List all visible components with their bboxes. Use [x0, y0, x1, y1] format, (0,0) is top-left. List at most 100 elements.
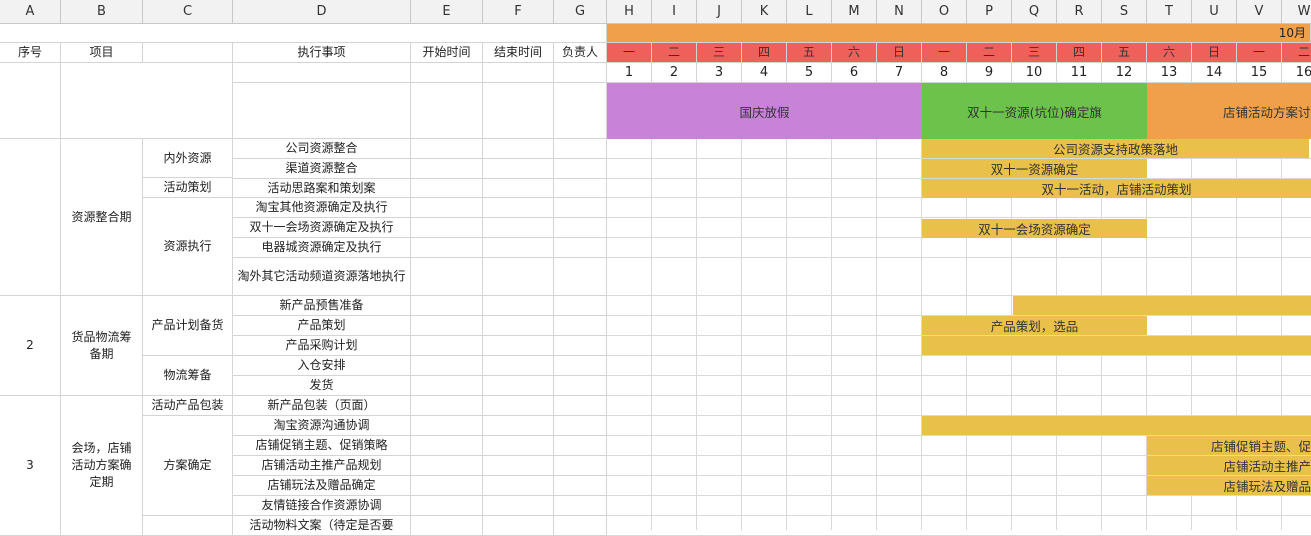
start-date-cell[interactable] [411, 376, 483, 396]
start-date-cell[interactable] [411, 396, 483, 416]
task-name[interactable]: 发货 [233, 376, 411, 396]
owner-cell[interactable] [554, 476, 607, 496]
column-header-r[interactable]: R [1057, 0, 1102, 24]
subgroup[interactable]: 产品计划备货 [143, 296, 233, 356]
start-date-cell[interactable] [411, 258, 483, 296]
start-date-cell[interactable] [411, 436, 483, 456]
end-date-cell[interactable] [483, 336, 554, 356]
task-name[interactable]: 新产品包装（页面） [233, 396, 411, 416]
subgroup-header[interactable] [143, 43, 233, 63]
gantt-bar[interactable]: 店铺玩法及赠品 [1147, 476, 1311, 495]
gantt-bar[interactable]: 店铺促销主题、促 [1147, 436, 1311, 455]
gantt-bar[interactable]: 产品策划，选品 [922, 316, 1147, 335]
day-number-cell[interactable]: 1 [607, 63, 652, 83]
weekday-cell[interactable]: 六 [832, 43, 877, 63]
owner-cell[interactable] [554, 159, 607, 179]
column-header-v[interactable]: V [1237, 0, 1282, 24]
column-header-f[interactable]: F [483, 0, 554, 24]
owner-cell[interactable] [554, 336, 607, 356]
weekday-cell[interactable]: 六 [1147, 43, 1192, 63]
subgroup[interactable] [143, 516, 233, 536]
task-name[interactable]: 淘宝资源沟通协调 [233, 416, 411, 436]
column-header-n[interactable]: N [877, 0, 922, 24]
start-date-cell[interactable] [411, 356, 483, 376]
owner-cell[interactable] [554, 496, 607, 516]
start-date-cell[interactable] [411, 238, 483, 258]
owner-cell[interactable] [554, 316, 607, 336]
column-header-m[interactable]: M [832, 0, 877, 24]
weekday-cell[interactable]: 三 [1012, 43, 1057, 63]
weekday-cell[interactable]: 四 [742, 43, 787, 63]
day-number-cell[interactable]: 8 [922, 63, 967, 83]
task-header[interactable]: 执行事项 [233, 43, 411, 63]
phase-shop-plan[interactable]: 店铺活动方案讨 [1147, 83, 1311, 139]
column-header-c[interactable]: C [143, 0, 233, 24]
gantt-bar[interactable] [922, 416, 1311, 435]
task-name[interactable]: 产品采购计划 [233, 336, 411, 356]
owner-cell[interactable] [554, 218, 607, 238]
end-date-cell[interactable] [483, 476, 554, 496]
start-date-cell[interactable] [411, 416, 483, 436]
owner-header[interactable]: 负责人 [554, 43, 607, 63]
column-header-p[interactable]: P [967, 0, 1012, 24]
start-date-cell[interactable] [411, 516, 483, 536]
end-date-cell[interactable] [483, 416, 554, 436]
owner-cell[interactable] [554, 139, 607, 159]
end-date-cell[interactable] [483, 376, 554, 396]
stage-seq[interactable]: 3 [0, 396, 61, 536]
seq-cell[interactable] [0, 63, 61, 139]
owner-cell[interactable] [554, 396, 607, 416]
column-header-a[interactable]: A [0, 0, 61, 24]
weekday-cell[interactable]: 一 [607, 43, 652, 63]
end-date-cell[interactable] [483, 198, 554, 218]
owner-cell[interactable] [554, 356, 607, 376]
end-date-cell[interactable] [483, 316, 554, 336]
end-cell[interactable] [483, 63, 554, 83]
weekday-cell[interactable]: 二 [652, 43, 697, 63]
weekday-cell[interactable]: 五 [787, 43, 832, 63]
start-date-cell[interactable] [411, 296, 483, 316]
weekday-cell[interactable]: 二 [1282, 43, 1311, 63]
task-name[interactable]: 电器城资源确定及执行 [233, 238, 411, 258]
month-header[interactable]: 10月 [607, 24, 1311, 43]
task-name[interactable]: 入仓安排 [233, 356, 411, 376]
owner-cell[interactable] [554, 238, 607, 258]
gantt-bar[interactable] [1013, 296, 1311, 315]
weekday-cell[interactable]: 日 [877, 43, 922, 63]
day-number-cell[interactable]: 2 [652, 63, 697, 83]
start-cell[interactable] [411, 63, 483, 83]
task-name[interactable]: 双十一会场资源确定及执行 [233, 218, 411, 238]
owner-cell[interactable] [554, 258, 607, 296]
column-header-t[interactable]: T [1147, 0, 1192, 24]
gantt-bar[interactable]: 公司资源支持政策落地 [922, 139, 1309, 158]
stage-name[interactable]: 资源整合期 [61, 139, 143, 296]
gantt-bar[interactable]: 双十一活动，店铺活动策划 [922, 179, 1311, 198]
column-header-o[interactable]: O [922, 0, 967, 24]
column-header-k[interactable]: K [742, 0, 787, 24]
phase-resource-confirm[interactable]: 双十一资源(坑位)确定旗 [922, 83, 1147, 139]
owner-cell[interactable] [554, 416, 607, 436]
seq-header[interactable]: 序号 [0, 43, 61, 63]
end-date-cell[interactable] [483, 436, 554, 456]
stage-name[interactable]: 会场，店铺活动方案确定期 [61, 396, 143, 536]
column-header-b[interactable]: B [61, 0, 143, 24]
column-header-s[interactable]: S [1102, 0, 1147, 24]
owner-cell[interactable] [554, 376, 607, 396]
subgroup[interactable]: 物流筹备 [143, 356, 233, 396]
end-date-cell[interactable] [483, 238, 554, 258]
task-name[interactable]: 友情链接合作资源协调 [233, 496, 411, 516]
day-number-cell[interactable]: 13 [1147, 63, 1192, 83]
task-name[interactable]: 店铺促销主题、促销策略 [233, 436, 411, 456]
column-header-u[interactable]: U [1192, 0, 1237, 24]
day-number-cell[interactable]: 15 [1237, 63, 1282, 83]
task-name[interactable]: 新产品预售准备 [233, 296, 411, 316]
subgroup[interactable]: 活动产品包装 [143, 396, 233, 416]
weekday-cell[interactable]: 一 [1237, 43, 1282, 63]
task-cell[interactable] [233, 63, 411, 83]
day-number-cell[interactable]: 14 [1192, 63, 1237, 83]
end-date-cell[interactable] [483, 258, 554, 296]
end-date-cell[interactable] [483, 496, 554, 516]
column-header-d[interactable]: D [233, 0, 411, 24]
start-date-cell[interactable] [411, 159, 483, 179]
weekday-cell[interactable]: 一 [922, 43, 967, 63]
